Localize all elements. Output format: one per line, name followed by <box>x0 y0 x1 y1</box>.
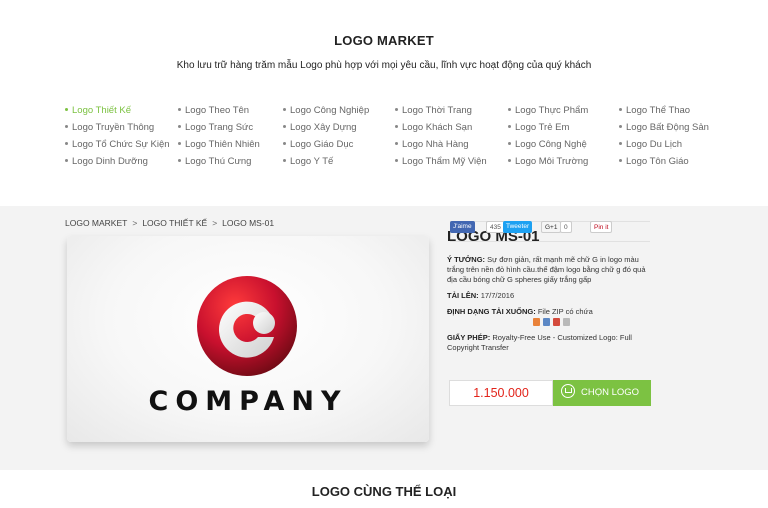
breadcrumb-link[interactable]: LOGO THIẾT KẾ <box>142 218 207 228</box>
gplus-count: 0 <box>560 221 572 233</box>
category-column: Logo Thời Trang Logo Khách Sạn Logo Nhà … <box>395 102 487 170</box>
category-column: Logo Theo Tên Logo Trang Sức Logo Thiên … <box>178 102 260 170</box>
bullet-icon <box>283 107 286 111</box>
category-link[interactable]: Logo Bất Động Sản <box>619 119 709 136</box>
bullet-icon <box>508 158 511 162</box>
bullet-icon <box>508 141 511 145</box>
divider <box>450 241 650 242</box>
png-file-icon <box>563 318 570 326</box>
bullet-icon <box>65 141 68 145</box>
product-format: ĐỊNH DẠNG TẢI XUỐNG: File ZIP có chứa <box>447 307 657 327</box>
bullet-icon <box>283 124 286 128</box>
related-title: LOGO CÙNG THỂ LOẠI <box>311 484 457 499</box>
category-link[interactable]: Logo Thể Thao <box>619 102 709 119</box>
product-upload-date: TẢI LÊN: 17/7/2016 <box>447 291 515 300</box>
ai-file-icon <box>533 318 540 326</box>
purchase-box: 1.150.000 CHỌN LOGO <box>449 380 651 406</box>
breadcrumb-separator: > <box>212 218 218 228</box>
category-link[interactable]: Logo Xây Dựng <box>283 119 369 136</box>
category-column: Logo Thể Thao Logo Bất Động Sản Logo Du … <box>619 102 709 170</box>
category-link[interactable]: Logo Thiên Nhiên <box>178 136 260 153</box>
bullet-icon <box>65 158 68 162</box>
product-idea: Ý TƯỞNG: Sự đơn giản, rất mạnh mẽ chữ G … <box>447 255 646 284</box>
bullet-icon <box>619 141 622 145</box>
category-link[interactable]: Logo Du Lịch <box>619 136 709 153</box>
psd-file-icon <box>543 318 550 326</box>
bullet-icon <box>395 107 398 111</box>
category-link[interactable]: Logo Nhà Hàng <box>395 136 487 153</box>
pinterest-button[interactable]: Pin it <box>590 221 613 233</box>
category-link[interactable]: Logo Giáo Dục <box>283 136 369 153</box>
pdf-file-icon <box>553 318 560 326</box>
bullet-icon <box>283 141 286 145</box>
bullet-icon <box>178 158 181 162</box>
breadcrumb: LOGO MARKET > LOGO THIẾT KẾ > LOGO MS-01 <box>65 218 277 228</box>
file-format-icons <box>533 318 657 327</box>
category-link[interactable]: Logo Thẩm Mỹ Viện <box>395 153 487 170</box>
bullet-icon <box>508 107 511 111</box>
logo-company-text: COMPANY <box>148 386 348 417</box>
choose-logo-button[interactable]: CHỌN LOGO <box>553 380 651 406</box>
category-link[interactable]: Logo Trẻ Em <box>508 119 588 136</box>
twitter-tweet-button[interactable]: Tweeter <box>503 221 533 233</box>
bullet-icon <box>178 141 181 145</box>
category-link[interactable]: Logo Khách Sạn <box>395 119 487 136</box>
product-detail-section: LOGO MARKET > LOGO THIẾT KẾ > LOGO MS-01 COM… <box>0 206 768 470</box>
gplus-button[interactable]: G+1 <box>541 221 562 233</box>
price: 1.150.000 <box>449 380 553 406</box>
category-column: Logo Công Nghiệp Logo Xây Dựng Logo Giáo… <box>283 102 369 170</box>
bullet-icon <box>619 124 622 128</box>
site-title: LOGO MARKET <box>334 33 434 48</box>
category-link[interactable]: Logo Tôn Giáo <box>619 153 709 170</box>
bullet-icon <box>395 158 398 162</box>
product-license: GIẤY PHÉP: Royalty-Free Use - Customized… <box>447 333 632 352</box>
category-link[interactable]: Logo Trang Sức <box>178 119 260 136</box>
facebook-like-button[interactable]: J'aime <box>450 221 475 233</box>
category-link[interactable]: Logo Công Nghệ <box>508 136 588 153</box>
breadcrumb-separator: > <box>132 218 138 228</box>
category-link[interactable]: Logo Theo Tên <box>178 102 260 119</box>
bullet-icon <box>178 107 181 111</box>
bullet-icon <box>395 141 398 145</box>
bullet-icon <box>395 124 398 128</box>
category-link[interactable]: Logo Dinh Dưỡng <box>65 153 170 170</box>
category-link[interactable]: Logo Truyền Thông <box>65 119 170 136</box>
category-link[interactable]: Logo Thiết Kế <box>65 102 170 119</box>
bullet-icon <box>619 107 622 111</box>
category-link[interactable]: Logo Tổ Chức Sự Kiện <box>65 136 170 153</box>
top-section: LOGO MARKET Kho lưu trữ hàng trăm mẫu Lo… <box>0 0 768 206</box>
category-link[interactable]: Logo Y Tế <box>283 153 369 170</box>
product-image: COMPANY <box>67 236 429 442</box>
category-link[interactable]: Logo Thú Cưng <box>178 153 260 170</box>
category-column: Logo Thực Phẩm Logo Trẻ Em Logo Công Ngh… <box>508 102 588 170</box>
cart-icon <box>561 384 575 399</box>
bullet-icon <box>65 107 68 111</box>
category-link[interactable]: Logo Thực Phẩm <box>508 102 588 119</box>
category-link[interactable]: Logo Thời Trang <box>395 102 487 119</box>
category-list: Logo Thiết Kế Logo Truyền Thông Logo Tổ … <box>0 102 768 172</box>
bullet-icon <box>508 124 511 128</box>
bullet-icon <box>619 158 622 162</box>
product-info: LOGO MS-01 Ý TƯỞNG: Sự đơn giản, rất mạn… <box>447 228 657 359</box>
category-link[interactable]: Logo Môi Trường <box>508 153 588 170</box>
site-subtitle: Kho lưu trữ hàng trăm mẫu Logo phù hợp v… <box>176 60 592 71</box>
bullet-icon <box>65 124 68 128</box>
bullet-icon <box>178 124 181 128</box>
breadcrumb-current: LOGO MS-01 <box>222 218 275 228</box>
g-sphere-logo-icon <box>197 276 297 376</box>
category-column: Logo Thiết Kế Logo Truyền Thông Logo Tổ … <box>65 102 170 170</box>
category-link[interactable]: Logo Công Nghiệp <box>283 102 369 119</box>
breadcrumb-link[interactable]: LOGO MARKET <box>65 218 127 228</box>
bullet-icon <box>283 158 286 162</box>
